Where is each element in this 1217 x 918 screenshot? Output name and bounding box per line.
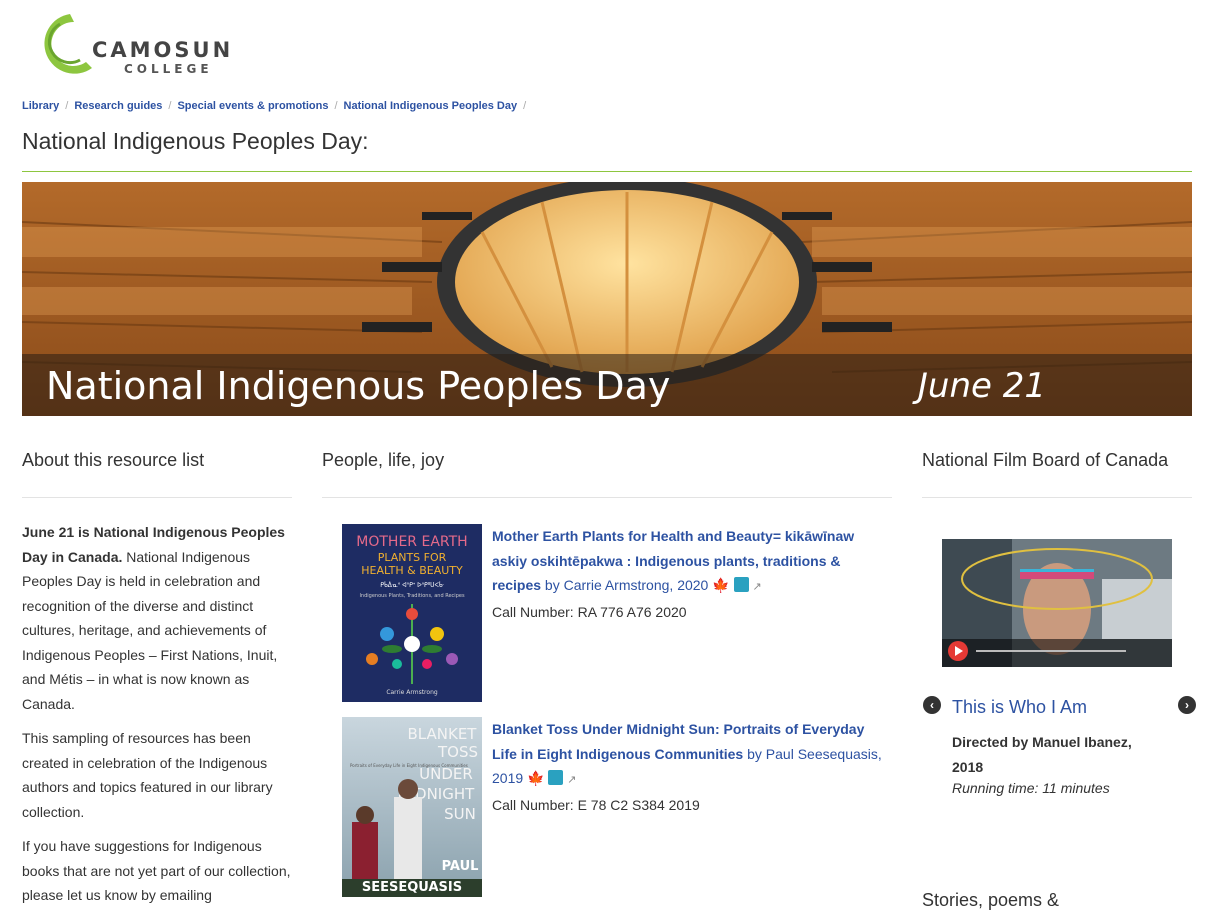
external-link-icon[interactable]: ↗ bbox=[752, 581, 761, 593]
indigenous-author-icon bbox=[733, 577, 749, 592]
about-paragraph-1: June 21 is National Indigenous Peoples D… bbox=[22, 524, 285, 712]
svg-text:PAUL: PAUL bbox=[442, 859, 479, 874]
banner-image: National Indigenous Peoples Day June 21 bbox=[22, 182, 1192, 416]
book-info: Mother Earth Plants for Health and Beaut… bbox=[492, 524, 887, 624]
breadcrumb-nipd[interactable]: National Indigenous Peoples Day bbox=[344, 100, 518, 112]
svg-text:UNDER: UNDER bbox=[419, 765, 473, 783]
film-director: Directed by Manuel Ibanez, 2018 bbox=[952, 734, 1132, 775]
maple-leaf-icon: 🍁 bbox=[712, 577, 730, 593]
film-title-link[interactable]: This is Who I Am bbox=[952, 697, 1087, 718]
next-section-heading: Stories, poems & bbox=[922, 890, 1060, 910]
logo-swoosh-icon bbox=[44, 14, 92, 74]
carousel-next-button[interactable]: › bbox=[1178, 696, 1196, 714]
banner-date: June 21 bbox=[917, 366, 1046, 406]
svg-text:SUN: SUN bbox=[444, 805, 476, 823]
breadcrumb-special-events[interactable]: Special events & promotions bbox=[177, 100, 328, 112]
book-cover-mother-earth[interactable]: MOTHER EARTH PLANTS FOR HEALTH & BEAUTY … bbox=[342, 524, 482, 702]
logo-text-college: COLLEGE bbox=[124, 62, 213, 76]
about-text: June 21 is National Indigenous Peoples D… bbox=[22, 520, 292, 918]
call-number: Call Number: RA 776 A76 2020 bbox=[492, 603, 687, 620]
breadcrumb: Library / Research guides / Special events… bbox=[22, 100, 527, 112]
film-video-thumbnail[interactable] bbox=[942, 539, 1172, 667]
svg-text:TOSS: TOSS bbox=[437, 743, 478, 761]
about-paragraph-3: If you have suggestions for Indigenous b… bbox=[22, 838, 291, 903]
book-info: Blanket Toss Under Midnight Sun: Portrai… bbox=[492, 717, 887, 817]
svg-text:MOTHER EARTH: MOTHER EARTH bbox=[356, 534, 467, 550]
svg-text:Carrie Armstrong: Carrie Armstrong bbox=[386, 689, 438, 696]
svg-text:SEESEQUASIS: SEESEQUASIS bbox=[362, 880, 462, 895]
about-heading: About this resource list bbox=[22, 450, 205, 470]
book-author-link[interactable]: by Carrie Armstrong, 2020 bbox=[541, 577, 708, 593]
breadcrumb-research-guides[interactable]: Research guides bbox=[74, 100, 162, 112]
title-divider bbox=[22, 171, 1192, 172]
book-cover-blanket-toss[interactable]: BLANKET TOSS Portraits of Everyday Life … bbox=[342, 717, 482, 897]
book-item: MOTHER EARTH PLANTS FOR HEALTH & BEAUTY … bbox=[342, 524, 892, 702]
svg-text:HEALTH & BEAUTY: HEALTH & BEAUTY bbox=[361, 564, 463, 577]
breadcrumb-library[interactable]: Library bbox=[22, 100, 59, 112]
call-number: Call Number: E 78 C2 S384 2019 bbox=[492, 796, 700, 813]
indigenous-author-icon bbox=[548, 770, 564, 785]
maple-leaf-icon: 🍁 bbox=[527, 770, 545, 786]
page-title: National Indigenous Peoples Day: bbox=[22, 128, 369, 154]
camosun-logo[interactable]: CAMOSUN COLLEGE bbox=[30, 10, 230, 80]
svg-text:Indigenous Plants, Traditions,: Indigenous Plants, Traditions, and Recip… bbox=[359, 593, 465, 599]
nfb-heading: National Film Board of Canada bbox=[922, 450, 1169, 470]
about-paragraph-2: This sampling of resources has been crea… bbox=[22, 730, 273, 820]
svg-text:ᑭᑳᐑᓇᐤ ᐊᐢᑭᐩ ᐅᐢᑭᐦᑌᐸᒁ: ᑭᑳᐑᓇᐤ ᐊᐢᑭᐩ ᐅᐢᑭᐦᑌᐸᒁ bbox=[380, 581, 444, 589]
carousel-prev-button[interactable]: ‹ bbox=[923, 696, 941, 714]
svg-text:BLANKET: BLANKET bbox=[408, 725, 478, 743]
book-item: BLANKET TOSS Portraits of Everyday Life … bbox=[342, 717, 892, 897]
banner-title: National Indigenous Peoples Day bbox=[46, 364, 671, 408]
external-link-icon[interactable]: ↗ bbox=[567, 774, 576, 786]
film-running-time: Running time: 11 minutes bbox=[952, 780, 1110, 796]
logo-text-camosun: CAMOSUN bbox=[92, 38, 234, 62]
svg-text:PLANTS FOR: PLANTS FOR bbox=[378, 551, 447, 564]
people-heading: People, life, joy bbox=[322, 450, 445, 470]
